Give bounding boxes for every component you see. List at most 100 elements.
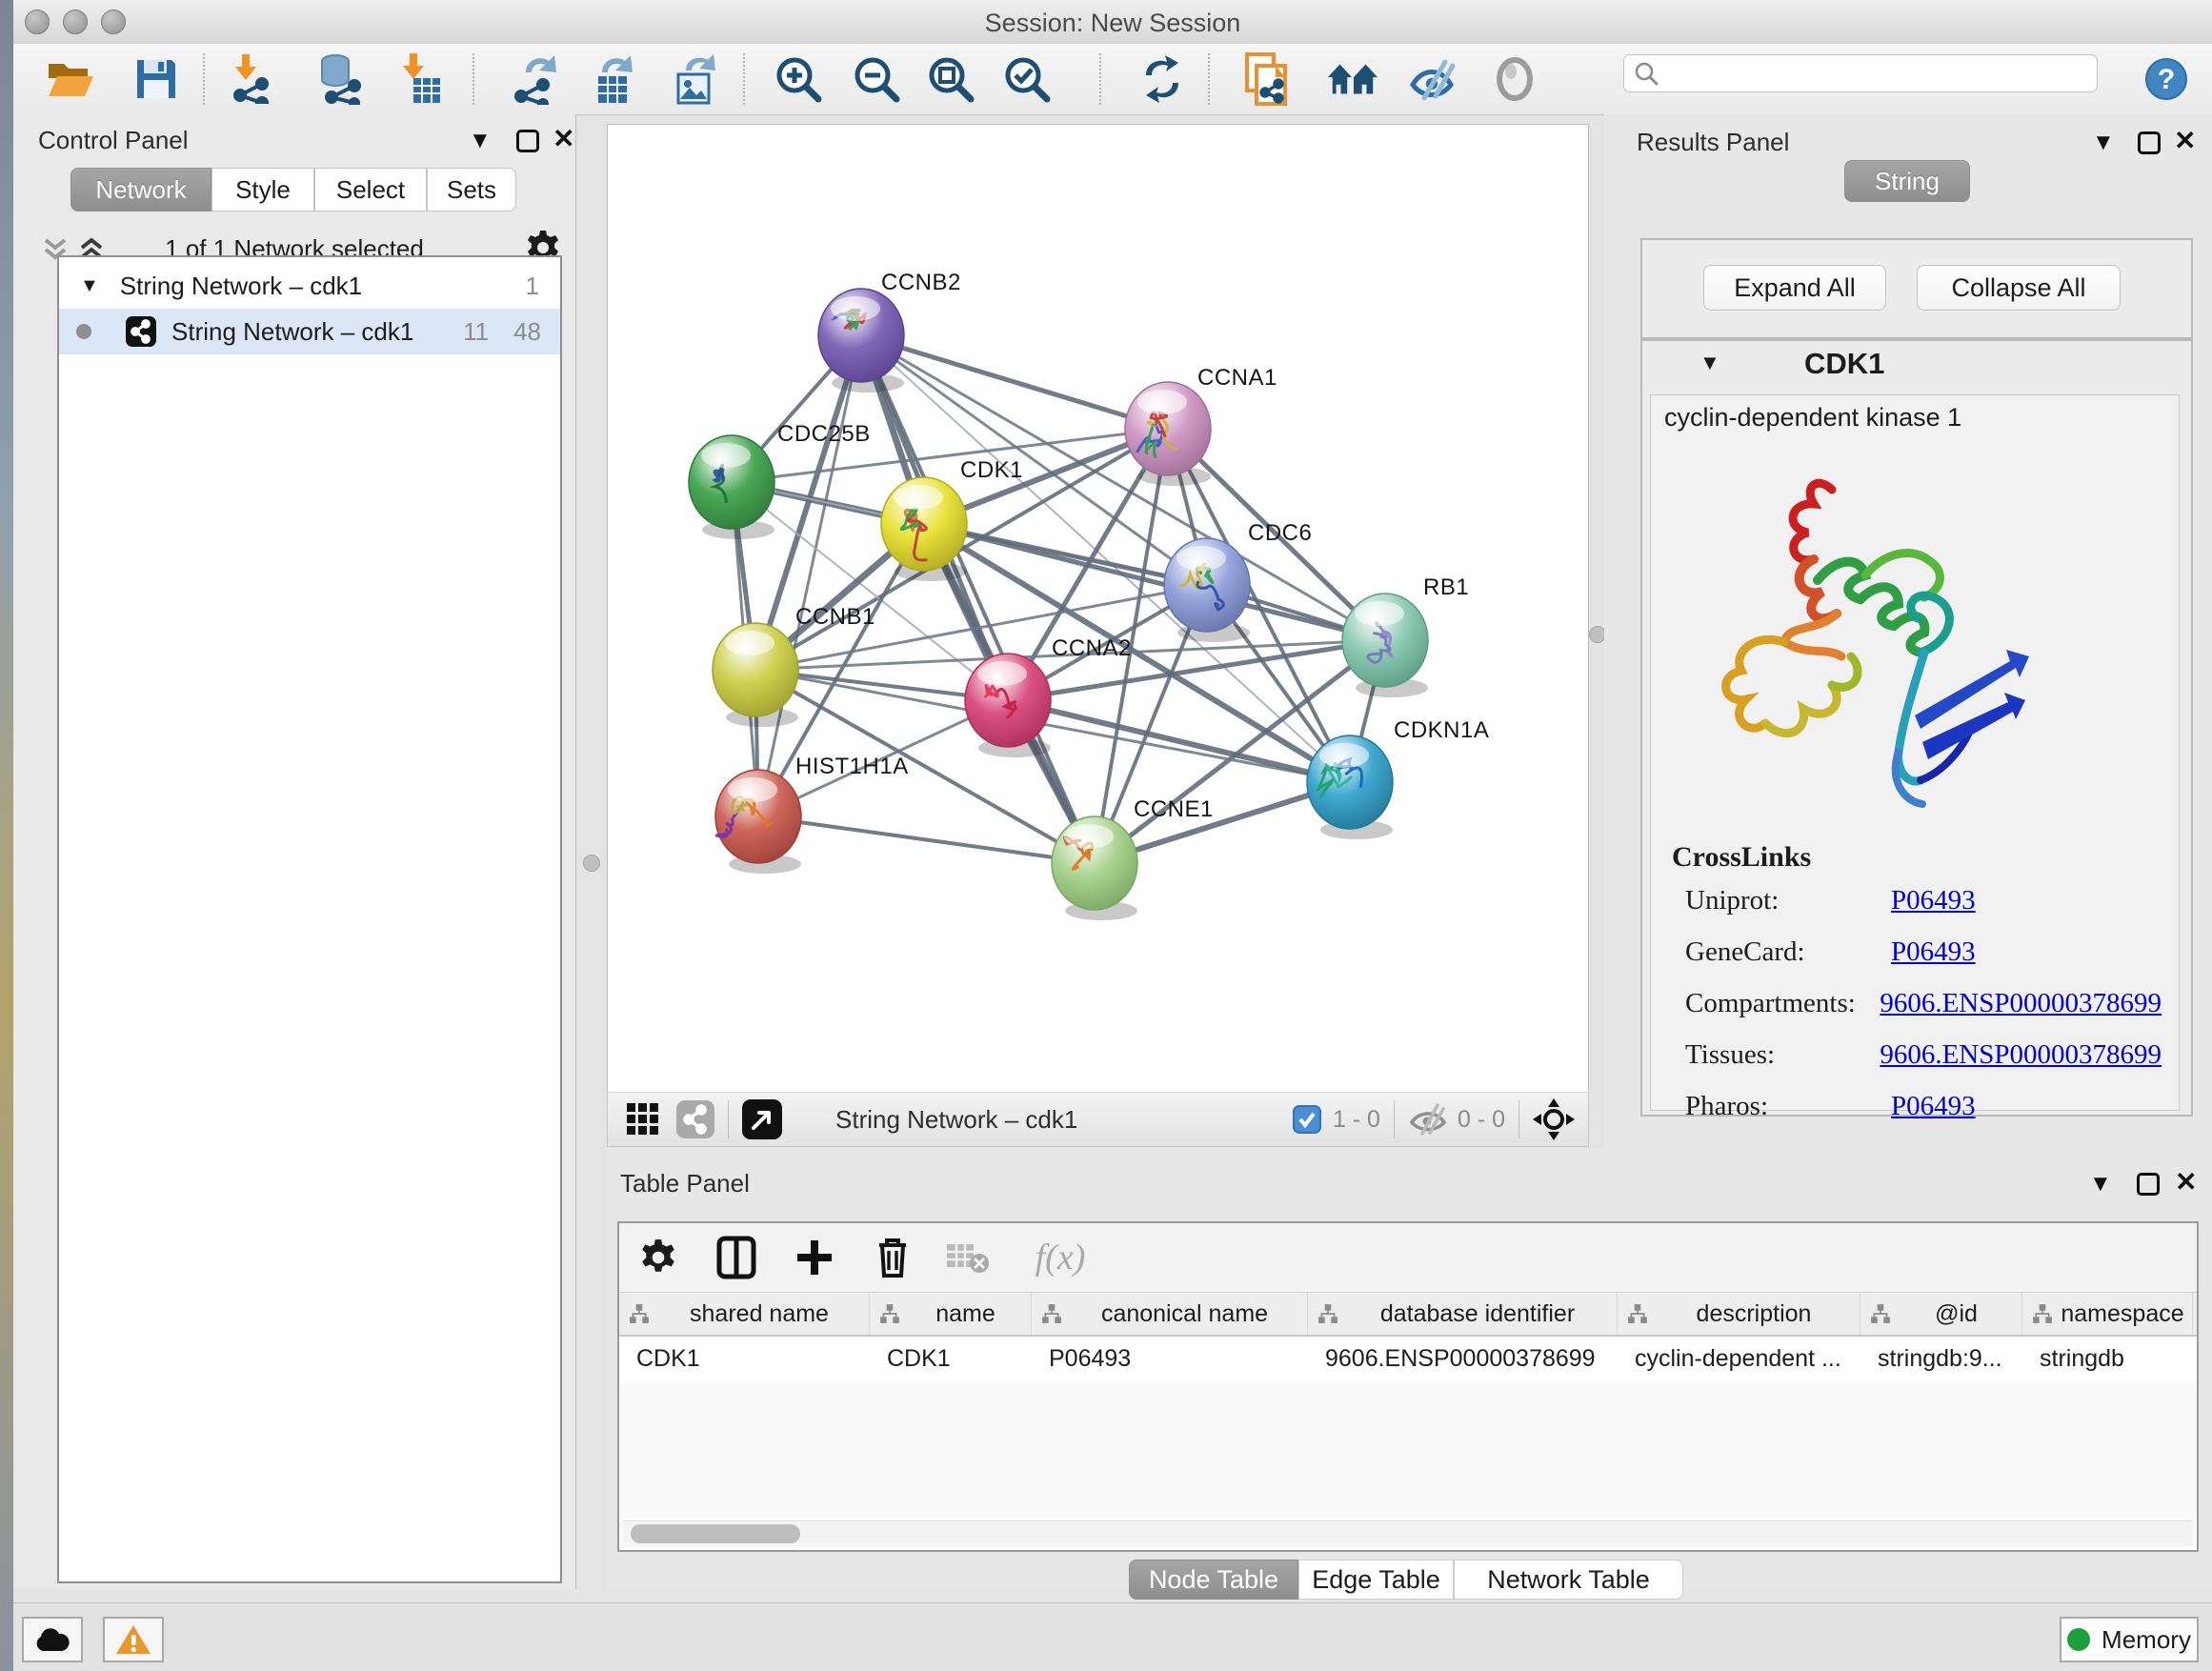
network-node-CCNE1[interactable]: [1052, 816, 1137, 920]
zoom-fit-icon[interactable]: [924, 52, 977, 106]
column-header-description[interactable]: description: [1618, 1293, 1860, 1335]
crosslink-label: Compartments:: [1685, 988, 1880, 1019]
tab-sets[interactable]: Sets: [427, 168, 516, 211]
collection-expand-icon[interactable]: ▼: [80, 275, 99, 297]
close-panel-icon[interactable]: ✕: [2174, 130, 2196, 152]
selected-checkbox-icon[interactable]: [1293, 1105, 1321, 1134]
zoom-selected-icon[interactable]: [1000, 52, 1054, 106]
refresh-icon[interactable]: [1136, 52, 1189, 106]
tab-select[interactable]: Select: [314, 168, 427, 211]
export-network-icon[interactable]: [507, 52, 560, 106]
delete-column-icon[interactable]: [867, 1232, 918, 1283]
table-settings-gear-icon[interactable]: [633, 1232, 684, 1283]
import-network-file-icon[interactable]: [225, 52, 278, 106]
network-node-CCNA1[interactable]: [1125, 382, 1211, 486]
create-column-icon[interactable]: [789, 1232, 840, 1283]
tab-node-table[interactable]: Node Table: [1129, 1560, 1298, 1600]
hide-selected-icon[interactable]: [1406, 52, 1459, 106]
network-node-HIST1H1A[interactable]: [715, 770, 801, 874]
duplicate-network-icon[interactable]: [1240, 52, 1294, 106]
tab-network-table[interactable]: Network Table: [1454, 1560, 1683, 1600]
left-splitter-handle[interactable]: [583, 855, 600, 872]
import-table-icon[interactable]: [392, 52, 446, 106]
warning-button[interactable]: [103, 1617, 164, 1662]
save-session-icon[interactable]: [130, 52, 183, 106]
network-node-CDC25B[interactable]: [689, 435, 774, 539]
network-edge[interactable]: [924, 524, 1385, 640]
float-panel-icon[interactable]: [516, 130, 539, 152]
grid-view-icon[interactable]: [625, 1101, 661, 1137]
column-header-label: namespace: [2053, 1300, 2192, 1328]
network-canvas[interactable]: CCNB2CCNA1CDC25BCDK1CDC6RB1CCNB1CCNA2CDK…: [607, 124, 1589, 1093]
zoom-in-icon[interactable]: [772, 52, 825, 106]
show-all-icon[interactable]: [1488, 52, 1541, 106]
network-node-CCNB2[interactable]: [818, 289, 904, 393]
collapse-all-button[interactable]: Collapse All: [1917, 265, 2121, 311]
memory-button[interactable]: Memory: [2060, 1617, 2199, 1662]
tab-network[interactable]: Network: [70, 168, 211, 211]
network-node-CCNB1[interactable]: [713, 623, 798, 727]
crosslink-link[interactable]: P06493: [1891, 936, 1976, 968]
close-panel-icon[interactable]: ✕: [2175, 1171, 2197, 1194]
network-status-dot: [76, 324, 91, 339]
network-row-selected[interactable]: String Network – cdk1 11 48: [59, 309, 560, 354]
network-collection-row[interactable]: ▼ String Network – cdk1 1: [59, 263, 560, 309]
gene-section-collapse-icon[interactable]: ▼: [1699, 351, 1720, 375]
expand-all-button[interactable]: Expand All: [1703, 265, 1886, 311]
float-panel-icon[interactable]: [2138, 131, 2161, 154]
table-cell: stringdb: [2022, 1337, 2193, 1380]
network-view-toolbar: String Network – cdk1 1 - 0 0 - 0: [607, 1092, 1589, 1147]
help-icon[interactable]: ?: [2140, 52, 2193, 106]
crosslink-link[interactable]: 9606.ENSP00000378699: [1880, 988, 2162, 1019]
crosslink-link[interactable]: 9606.ENSP00000378699: [1880, 1039, 2162, 1071]
table-cell: CDK1: [870, 1337, 1032, 1380]
float-panel-icon[interactable]: [2137, 1173, 2160, 1196]
import-network-database-icon[interactable]: [312, 52, 366, 106]
cloud-button[interactable]: [22, 1617, 83, 1662]
column-header-namespace[interactable]: namespace: [2022, 1293, 2193, 1335]
network-edge[interactable]: [861, 335, 1095, 863]
network-edge[interactable]: [861, 335, 1168, 429]
crosslink-row: Uniprot:P06493: [1685, 885, 2162, 916]
export-image-icon[interactable]: [669, 52, 722, 106]
network-node-CDC6[interactable]: [1164, 538, 1250, 642]
panel-menu-icon[interactable]: ▼: [469, 128, 492, 154]
show-columns-icon[interactable]: [711, 1232, 762, 1283]
first-neighbors-icon[interactable]: [1326, 52, 1379, 106]
column-header-name[interactable]: name: [870, 1293, 1032, 1335]
open-session-icon[interactable]: [44, 52, 97, 106]
table-cell: stringdb:9...: [1860, 1337, 2022, 1380]
close-panel-icon[interactable]: ✕: [553, 128, 574, 151]
network-share-icon[interactable]: [676, 1100, 714, 1138]
network-node-CDKN1A[interactable]: [1307, 735, 1393, 839]
scrollbar-thumb[interactable]: [631, 1524, 800, 1543]
column-header-shared-name[interactable]: shared name: [619, 1293, 870, 1335]
panel-menu-icon[interactable]: ▼: [2092, 130, 2115, 156]
fit-content-crosshair-icon[interactable]: [1533, 1098, 1575, 1140]
tab-string[interactable]: String: [1844, 160, 1970, 202]
birdseye-view-icon[interactable]: [742, 1099, 782, 1139]
delete-table-icon[interactable]: [941, 1232, 993, 1283]
node-label-CCNB1: CCNB1: [795, 604, 875, 631]
zoom-out-icon[interactable]: [850, 52, 903, 106]
network-edge[interactable]: [758, 816, 1095, 863]
search-input[interactable]: [1623, 54, 2098, 92]
control-panel-title: Control Panel: [38, 126, 189, 155]
network-node-RB1[interactable]: [1342, 594, 1428, 697]
crosslink-link[interactable]: P06493: [1891, 1091, 1976, 1122]
panel-menu-icon[interactable]: ▼: [2089, 1171, 2112, 1198]
table-row[interactable]: CDK1CDK1P064939606.ENSP00000378699cyclin…: [619, 1337, 2197, 1380]
function-builder-icon[interactable]: f(x): [1017, 1232, 1103, 1283]
crosslink-link[interactable]: P06493: [1891, 885, 1976, 916]
tab-style[interactable]: Style: [211, 168, 314, 211]
network-node-CDK1[interactable]: [881, 477, 967, 581]
column-header--id[interactable]: @id: [1860, 1293, 2022, 1335]
table-horizontal-scrollbar[interactable]: [623, 1520, 2193, 1546]
column-header-database-identifier[interactable]: database identifier: [1308, 1293, 1618, 1335]
network-node-CCNA2[interactable]: [965, 654, 1051, 757]
export-table-icon[interactable]: [587, 52, 640, 106]
column-header-canonical-name[interactable]: canonical name: [1032, 1293, 1308, 1335]
network-edge[interactable]: [758, 335, 861, 816]
hidden-eye-icon[interactable]: [1408, 1103, 1448, 1136]
tab-edge-table[interactable]: Edge Table: [1298, 1560, 1454, 1600]
